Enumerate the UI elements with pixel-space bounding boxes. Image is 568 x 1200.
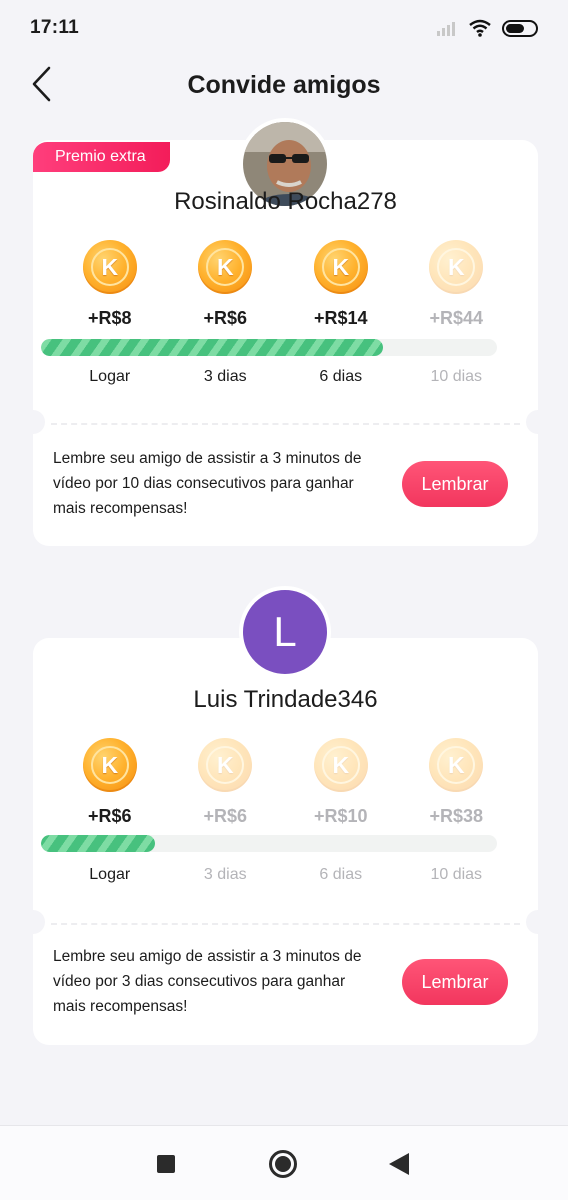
page-title: Convide amigos	[187, 70, 381, 99]
ticket-notch	[526, 910, 550, 934]
reward-amount: +R$38	[429, 806, 484, 826]
reward-item: K +R$14	[283, 240, 399, 329]
remind-button[interactable]: Lembrar	[402, 461, 508, 507]
progress-fill	[41, 835, 155, 852]
progress-bar	[41, 835, 497, 852]
reward-item: K +R$10	[283, 738, 399, 827]
reward-amount: +R$44	[429, 308, 484, 328]
avatar: L	[239, 586, 331, 678]
day-label: 10 dias	[430, 866, 483, 883]
day-label: 10 dias	[430, 368, 483, 385]
home-button[interactable]	[269, 1150, 297, 1178]
reward-amount: +R$6	[203, 806, 248, 826]
reminder-text: Lembre seu amigo de assistir a 3 minutos…	[53, 948, 362, 1015]
day-label: 6 dias	[319, 368, 363, 385]
wifi-icon	[469, 19, 491, 37]
reward-item: K +R$6	[168, 738, 284, 827]
reward-amount: +R$10	[313, 806, 368, 826]
status-time: 17:11	[30, 17, 80, 38]
friend-name: Rosinaldo Rocha278	[174, 188, 397, 215]
extra-prize-badge: Premio extra	[33, 142, 170, 172]
signal-icon	[437, 22, 455, 36]
coin-icon: K	[313, 240, 368, 294]
reminder-text: Lembre seu amigo de assistir a 3 minutos…	[53, 450, 362, 517]
ticket-notch	[526, 410, 550, 434]
coin-icon: K	[82, 240, 137, 294]
reward-amount: +R$8	[87, 308, 132, 328]
reward-item: K +R$6	[168, 240, 284, 329]
day-label: Logar	[89, 368, 131, 385]
reward-item: K +R$38	[399, 738, 515, 827]
ticket-notch	[21, 910, 45, 934]
day-labels: Logar 3 dias 6 dias 10 dias	[52, 368, 514, 386]
remind-button[interactable]: Lembrar	[402, 959, 508, 1005]
system-back-button[interactable]	[389, 1153, 409, 1175]
reward-list: K +R$8 K +R$6 K +R$14 K +R$44	[52, 240, 514, 329]
reward-item: K +R$8	[52, 240, 168, 329]
chevron-left-icon	[32, 66, 51, 102]
friend-name: Luis Trindade346	[193, 686, 378, 713]
day-labels: Logar 3 dias 6 dias 10 dias	[52, 866, 514, 884]
day-label: Logar	[89, 866, 131, 883]
reward-list: K +R$6 K +R$6 K +R$10 K +R$38	[52, 738, 514, 827]
recents-button[interactable]	[157, 1155, 175, 1173]
reward-item: K +R$44	[399, 240, 515, 329]
coin-icon: K	[429, 738, 484, 792]
day-label: 3 dias	[203, 368, 247, 385]
day-label: 3 dias	[203, 866, 247, 883]
progress-fill	[41, 339, 383, 356]
friend-card: Premio extra Rosinaldo Rocha278 K +R$8 K…	[21, 118, 550, 546]
divider	[51, 923, 520, 925]
coin-icon: K	[313, 738, 368, 792]
friend-card: L Luis Trindade346 K +R$6 K +R$6 K +R$10…	[21, 586, 550, 1045]
back-button[interactable]	[22, 64, 62, 104]
reward-amount: +R$6	[87, 806, 132, 826]
coin-icon: K	[429, 240, 484, 294]
coin-icon: K	[82, 738, 137, 792]
coin-icon: K	[198, 738, 253, 792]
day-label: 6 dias	[319, 866, 363, 883]
progress-bar	[41, 339, 497, 356]
reward-amount: +R$14	[313, 308, 368, 328]
divider	[51, 423, 520, 425]
system-nav-bar	[0, 1125, 568, 1200]
coin-icon: K	[198, 240, 253, 294]
reward-amount: +R$6	[203, 308, 248, 328]
status-icons	[436, 19, 538, 37]
ticket-notch	[21, 410, 45, 434]
reward-item: K +R$6	[52, 738, 168, 827]
status-bar: 17:11	[0, 0, 568, 56]
top-bar: Convide amigos	[0, 56, 568, 114]
battery-icon	[502, 19, 538, 37]
